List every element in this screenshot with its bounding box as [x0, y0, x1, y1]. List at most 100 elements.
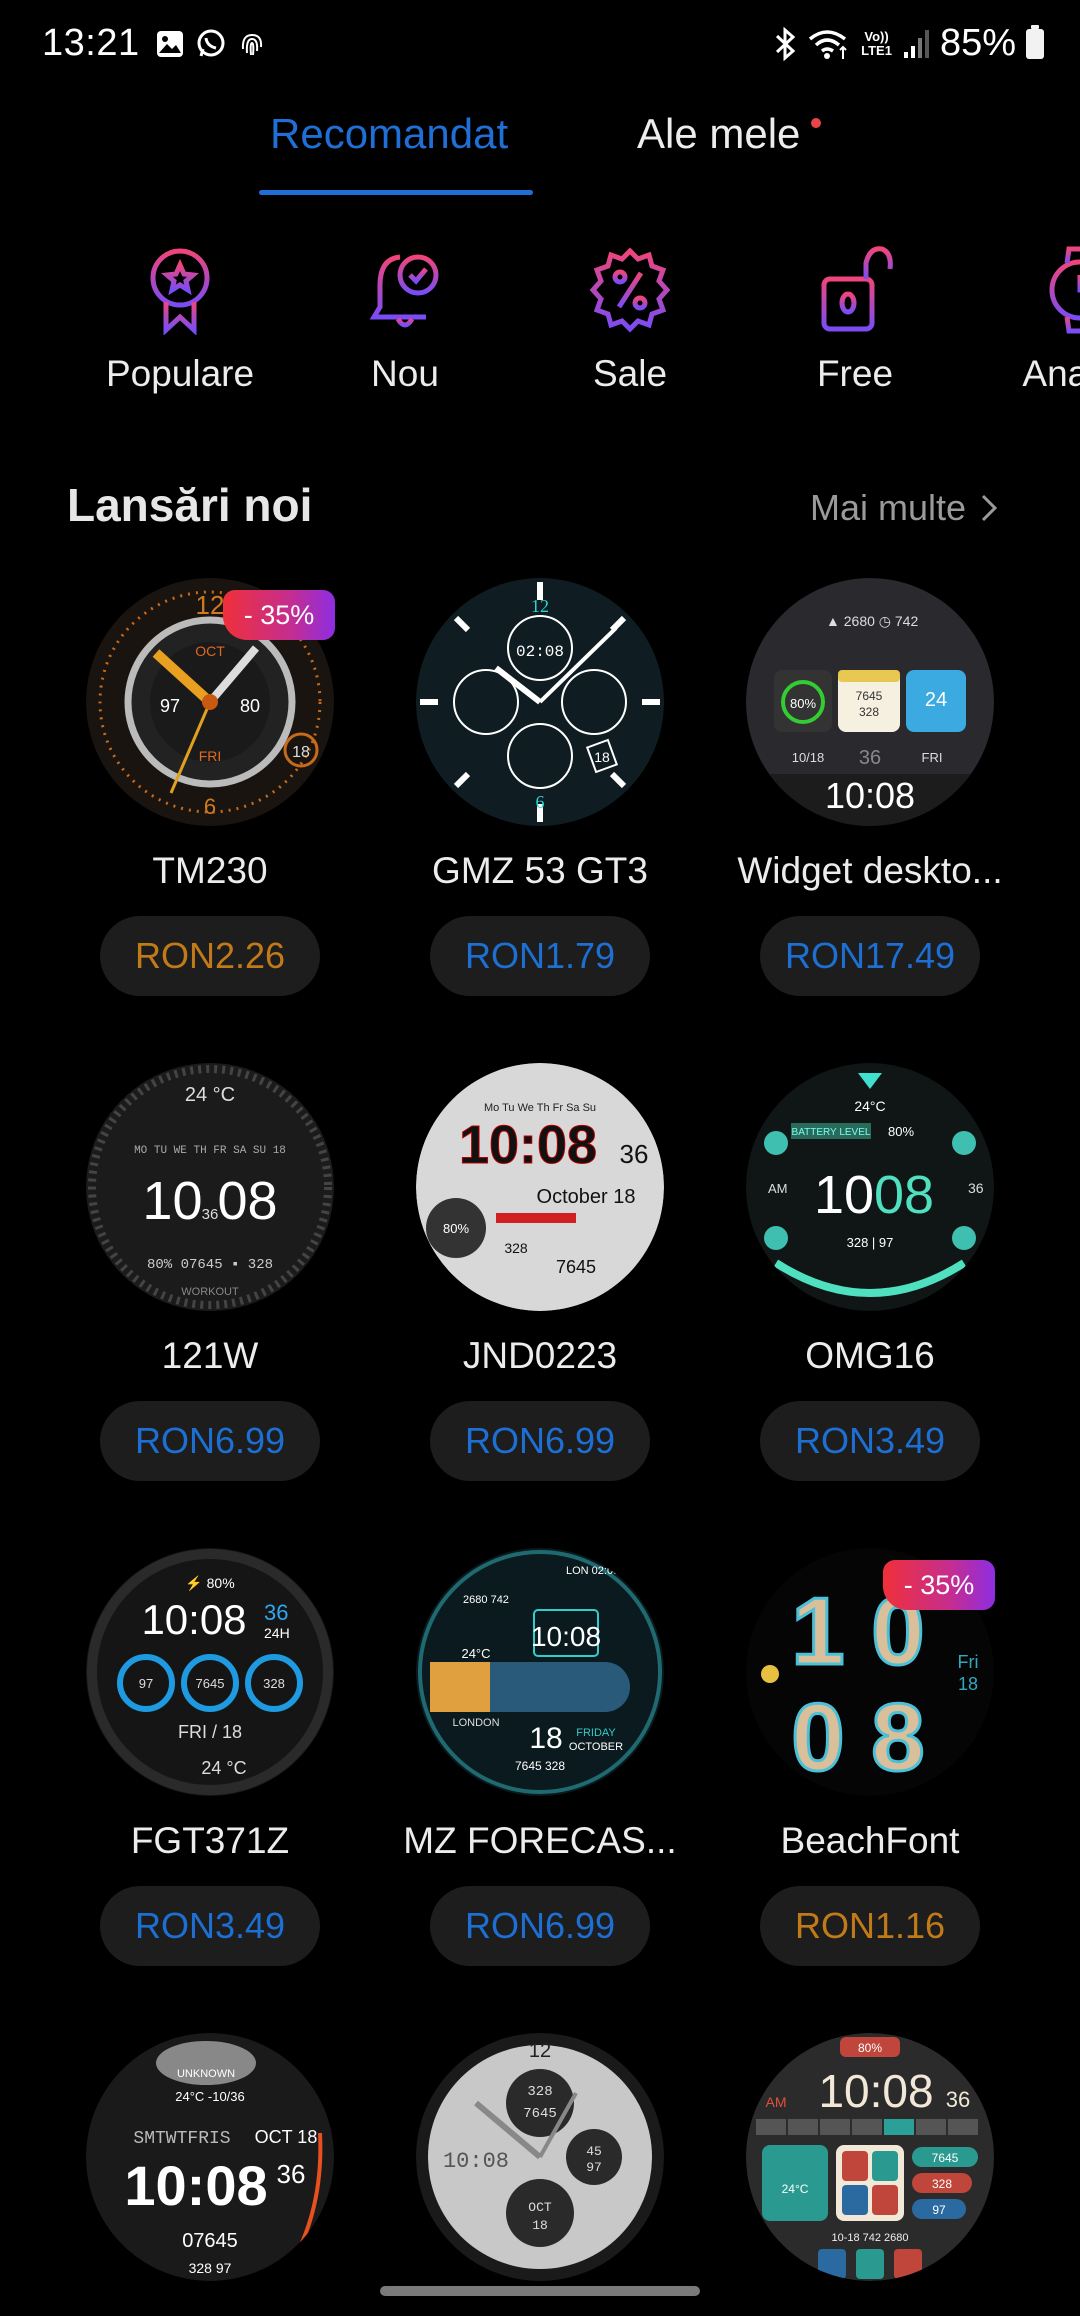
price-button[interactable]: RON17.49 [760, 916, 980, 996]
price-button[interactable]: RON6.99 [430, 1401, 650, 1481]
price-button[interactable]: RON6.99 [100, 1401, 320, 1481]
watch-card[interactable]: ⚡ 80% 10:08 36 24H 97 7645 328 FRI / 18 24 °C FG… [45, 1548, 375, 1966]
watch-face-thumbnail[interactable]: 02:08 12 6 18 [416, 578, 664, 826]
svg-text:6: 6 [204, 794, 216, 819]
svg-text:FRIDAY: FRIDAY [576, 1727, 616, 1739]
fingerprint-icon [241, 33, 263, 56]
svg-text:328: 328 [932, 2177, 952, 2191]
watch-name: GMZ 53 GT3 [432, 850, 648, 891]
watch-face-thumbnail[interactable]: ▲ 2680 ◷ 742 80% 7645 328 24 10/18 36 FRI 10:08 [746, 578, 994, 826]
watch-face-thumbnail[interactable]: 24°C BATTERY LEVEL 80% 10 08 AM 36 328 | 97 [746, 1063, 994, 1311]
svg-text:10:08: 10:08 [459, 1115, 597, 1175]
watch-face-thumbnail[interactable]: UNKNOWN 24°C -10/36 SMTWTFRIS OCT 18 10:08 36… [86, 2033, 334, 2281]
gallery-icon [157, 31, 183, 57]
battery-icon [1026, 24, 1044, 59]
svg-text:12: 12 [531, 596, 549, 616]
watch-card[interactable]: LON 02:08 2680 742 10:08 24°C LONDON 18 FRIDAY… [375, 1548, 705, 1966]
watch-card[interactable]: Mo Tu We Th Fr Sa Su 10:08 36 October 18 80%… [375, 1063, 705, 1481]
bluetooth-icon [776, 26, 796, 61]
price-button[interactable]: RON2.26 [100, 916, 320, 996]
svg-text:10:08: 10:08 [825, 775, 915, 816]
award-ribbon-icon [150, 248, 210, 335]
watch-card[interactable]: ▲ 2680 ◷ 742 80% 7645 328 24 10/18 36 FRI 10:08 … [705, 578, 1035, 996]
svg-text:10:08: 10:08 [531, 1621, 601, 1652]
svg-text:97: 97 [160, 696, 180, 716]
svg-text:WORKOUT: WORKOUT [181, 1286, 239, 1298]
watch-card[interactable]: 24 °C MO TU WE TH FR SA SU 18 10 08 36 80% 0… [45, 1063, 375, 1481]
svg-text:⚡ 80%: ⚡ 80% [185, 1575, 234, 1592]
watch-name: MZ FORECAS... [403, 1820, 677, 1861]
section-title: Lansări noi [67, 479, 313, 531]
watch-name: JND0223 [462, 1335, 618, 1376]
watch-name: 121W [161, 1335, 259, 1376]
category-label: Analog [1022, 353, 1080, 394]
tab-recomandat[interactable]: Recomandat [270, 110, 508, 158]
watch-face-thumbnail[interactable]: 328 7645 45 97 OCT 18 10:08 12 [416, 2033, 664, 2281]
svg-text:36: 36 [968, 1180, 984, 1196]
svg-text:October 18: October 18 [537, 1186, 636, 1208]
watch-card[interactable]: 328 7645 45 97 OCT 18 10:08 12 [375, 2033, 705, 2281]
discount-badge: - 35% [883, 1560, 995, 1610]
svg-text:OCT 18: OCT 18 [255, 2127, 318, 2147]
svg-text:24 °C: 24 °C [185, 1084, 235, 1106]
svg-text:02:08: 02:08 [516, 643, 564, 661]
more-link[interactable]: Mai multe [810, 487, 998, 529]
tab-ale-mele[interactable]: Ale mele [637, 110, 800, 158]
svg-text:36: 36 [202, 1206, 219, 1223]
svg-text:80% 07645 ▪ 328: 80% 07645 ▪ 328 [147, 1257, 273, 1273]
svg-text:12: 12 [196, 590, 225, 620]
watch-card[interactable]: 24°C BATTERY LEVEL 80% 10 08 AM 36 328 | 97 OMG… [705, 1063, 1035, 1481]
svg-text:18: 18 [529, 1722, 562, 1755]
category-label: Free [816, 353, 894, 394]
svg-text:97: 97 [586, 2160, 602, 2175]
watch-name: TM230 [152, 850, 268, 891]
watch-face-thumbnail[interactable]: 24 °C MO TU WE TH FR SA SU 18 10 08 36 80% 0… [86, 1063, 334, 1311]
category-sale[interactable]: Sale [530, 245, 730, 395]
watch-card[interactable]: UNKNOWN 24°C -10/36 SMTWTFRIS OCT 18 10:08 36… [45, 2033, 375, 2281]
svg-text:0: 0 [791, 1684, 844, 1791]
whatsapp-icon [197, 29, 225, 57]
svg-text:36: 36 [620, 1139, 649, 1169]
watch-name: BeachFont [780, 1820, 960, 1861]
watch-card[interactable]: 80% 10:08 36 AM 24°C 7645 328 97 10-18 742 2680 [705, 2033, 1035, 2281]
watch-face-thumbnail[interactable]: ⚡ 80% 10:08 36 24H 97 7645 328 FRI / 18 24 °C [86, 1548, 334, 1796]
watch-face-thumbnail[interactable]: LON 02:08 2680 742 10:08 24°C LONDON 18 FRIDAY… [416, 1548, 664, 1796]
svg-text:LONDON: LONDON [452, 1717, 499, 1729]
svg-text:10/18: 10/18 [792, 750, 825, 765]
wifi-icon [808, 29, 847, 59]
svg-text:7645: 7645 [196, 1676, 225, 1691]
category-analog[interactable]: Analog [980, 245, 1080, 395]
svg-text:328 | 97: 328 | 97 [847, 1235, 894, 1250]
notification-dot [811, 118, 821, 128]
category-nou[interactable]: Nou [305, 245, 505, 395]
svg-text:7645: 7645 [932, 2151, 959, 2165]
category-free[interactable]: Free [755, 245, 955, 395]
watch-card[interactable]: 1 0 0 8 Fri 18 - 35% BeachFont RON1.16 [705, 1548, 1035, 1966]
svg-text:80%: 80% [858, 2041, 882, 2055]
svg-text:07645: 07645 [182, 2230, 238, 2252]
svg-text:10:08: 10:08 [443, 2149, 509, 2174]
watch-card[interactable]: 02:08 12 6 18 GMZ 53 GT3 RON1.79 [375, 578, 705, 996]
volte-label: Vo)) [864, 28, 889, 44]
watch-name: FGT371Z [130, 1820, 290, 1861]
category-label: Sale [592, 353, 668, 394]
svg-text:BATTERY LEVEL: BATTERY LEVEL [792, 1127, 871, 1138]
price-button[interactable]: RON1.79 [430, 916, 650, 996]
watch-face-thumbnail[interactable]: 80% 10:08 36 AM 24°C 7645 328 97 10-18 742 2680 [746, 2033, 994, 2281]
category-populare[interactable]: Populare [80, 245, 280, 395]
svg-text:328: 328 [263, 1676, 285, 1691]
category-row: Populare Nou Sale Free Analog [0, 245, 1080, 415]
gesture-navigation-bar[interactable] [380, 2286, 700, 2296]
svg-text:24°C: 24°C [854, 1098, 885, 1114]
svg-text:MO TU WE TH FR SA SU 18: MO TU WE TH FR SA SU 18 [134, 1145, 286, 1157]
watch-card[interactable]: 12 6 97 80 OCT FRI 18 - 35% TM230 RON2.26 [45, 578, 375, 996]
watch-face-thumbnail[interactable]: Mo Tu We Th Fr Sa Su 10:08 36 October 18 80%… [416, 1063, 664, 1311]
price-button[interactable]: RON6.99 [430, 1886, 650, 1966]
svg-text:36: 36 [264, 1600, 288, 1625]
price-button[interactable]: RON3.49 [760, 1401, 980, 1481]
svg-text:328: 328 [504, 1240, 528, 1256]
price-button[interactable]: RON1.16 [760, 1886, 980, 1966]
price-button[interactable]: RON3.49 [100, 1886, 320, 1966]
svg-text:FRI / 18: FRI / 18 [178, 1722, 242, 1742]
discount-badge: - 35% [223, 590, 335, 640]
